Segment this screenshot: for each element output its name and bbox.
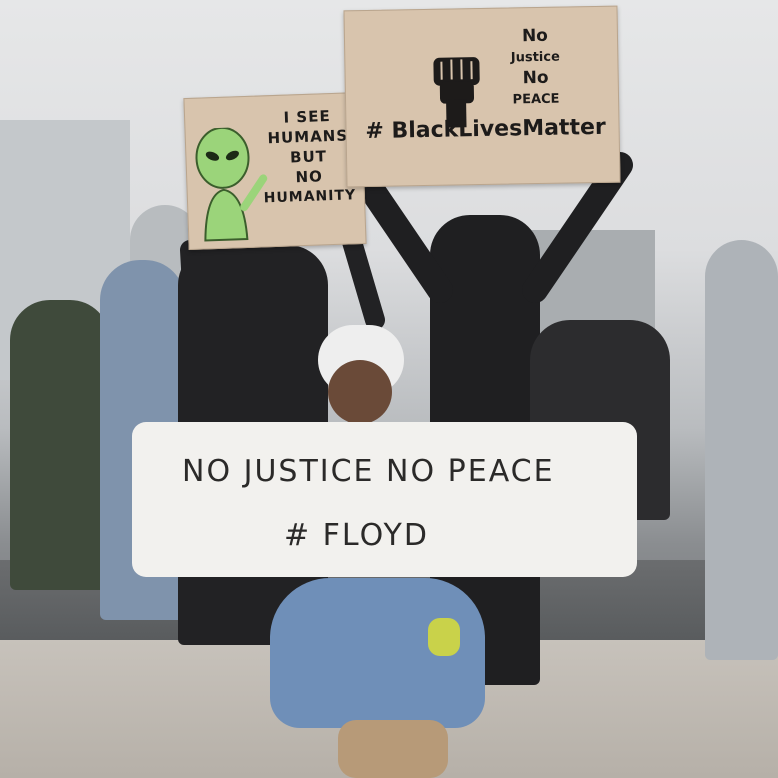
sign-blm-hashtag: # BlackLivesMatter (365, 114, 606, 145)
shirt-line-2: # FLOYD (284, 518, 429, 553)
sign-line: No (521, 25, 549, 47)
face (328, 360, 392, 424)
shirt-message: NO JUSTICE NO PEACE # FLOYD (132, 422, 637, 577)
sign-line: No (522, 67, 549, 89)
yellow-pouch (428, 618, 460, 656)
sign-blm-top: No Justice No PEACE (485, 25, 586, 111)
protest-photo: I SEE HUMANS BUT NO HUMANITY No Justice … (0, 0, 778, 778)
sign-line: Justice (510, 49, 560, 66)
shirt-line-1: NO JUSTICE NO PEACE (182, 454, 555, 489)
sign-line: PEACE (512, 91, 560, 108)
sign-line: HUMANITY (263, 187, 357, 207)
sign-blm: No Justice No PEACE # BlackLivesMatter (343, 5, 621, 188)
sign-humanity: I SEE HUMANS BUT NO HUMANITY (183, 91, 367, 251)
boots (338, 720, 448, 778)
sign-line: HUMANS (267, 126, 349, 148)
